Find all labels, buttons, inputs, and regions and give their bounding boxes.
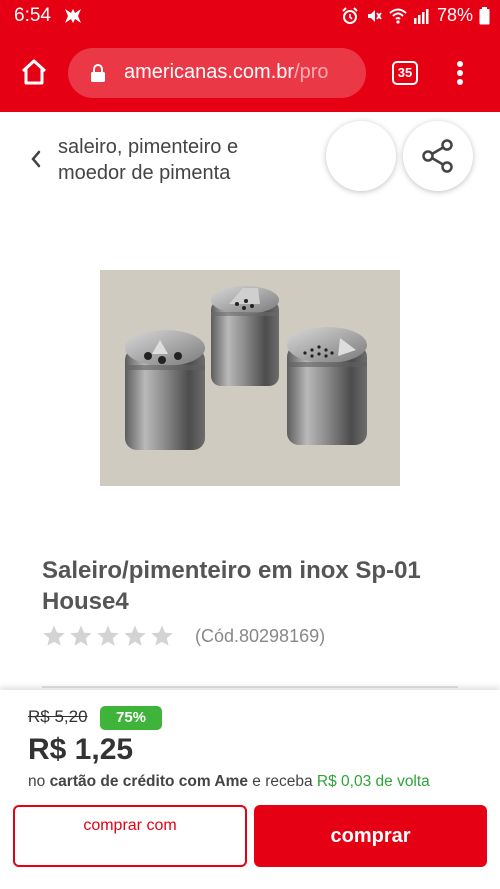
url-path: /pro (294, 61, 329, 83)
buy-with-button[interactable]: comprar com (13, 805, 247, 867)
tab-switcher-button[interactable]: 35 (392, 61, 418, 85)
star-icon (124, 625, 146, 646)
status-icons: 78% (341, 5, 490, 26)
product-code: (Cód.80298169) (195, 626, 326, 646)
battery-percent: 78% (436, 5, 473, 25)
lock-icon (91, 64, 105, 82)
share-button[interactable] (403, 121, 473, 191)
app-notification-icon (65, 9, 81, 23)
rating-stars[interactable] (42, 624, 174, 648)
product-image[interactable] (100, 270, 400, 486)
status-time: 6:54 (14, 5, 51, 26)
wifi-icon (389, 8, 407, 24)
buy-button[interactable]: comprar (254, 805, 487, 867)
url-text: americanas.com.br/pro (124, 61, 356, 84)
current-price: R$ 1,25 (28, 733, 134, 766)
star-icon (70, 625, 92, 646)
divider (42, 686, 458, 688)
purchase-panel: R$ 5,20 75% R$ 1,25 no cartão de crédito… (0, 690, 500, 889)
note-middle: e receba (252, 773, 313, 790)
battery-icon (479, 6, 490, 24)
browser-toolbar: americanas.com.br/pro 35 (0, 34, 500, 112)
url-domain: americanas.com.br (124, 61, 295, 83)
share-icon (422, 139, 453, 173)
signal-icon (413, 8, 429, 24)
breadcrumb[interactable]: saleiro, pimenteiro e moedor de pimenta (58, 134, 298, 186)
address-bar[interactable]: americanas.com.br/pro (68, 48, 366, 98)
discount-badge: 75% (100, 706, 162, 730)
star-icon (151, 625, 173, 646)
status-bar: 6:54 78% (0, 0, 500, 34)
product-photo (125, 286, 367, 450)
buy-with-label: comprar com (83, 817, 177, 834)
payment-note: no cartão de crédito com Ame e receba R$… (28, 773, 430, 791)
product-title: Saleiro/pimenteiro em inox Sp-01 House4 (42, 557, 421, 615)
old-price: R$ 5,20 (28, 707, 88, 726)
home-icon[interactable] (18, 56, 50, 88)
chevron-left-icon[interactable] (28, 148, 44, 170)
mute-icon (367, 9, 382, 22)
star-icon (97, 625, 119, 646)
cashback-amount: R$ 0,03 de volta (316, 773, 430, 790)
more-vert-icon[interactable] (451, 58, 469, 88)
note-payment-method: cartão de crédito com Ame (49, 773, 248, 790)
note-prefix: no (28, 773, 46, 790)
star-icon (43, 625, 65, 646)
alarm-icon (342, 6, 358, 24)
favorite-button[interactable] (326, 121, 396, 191)
